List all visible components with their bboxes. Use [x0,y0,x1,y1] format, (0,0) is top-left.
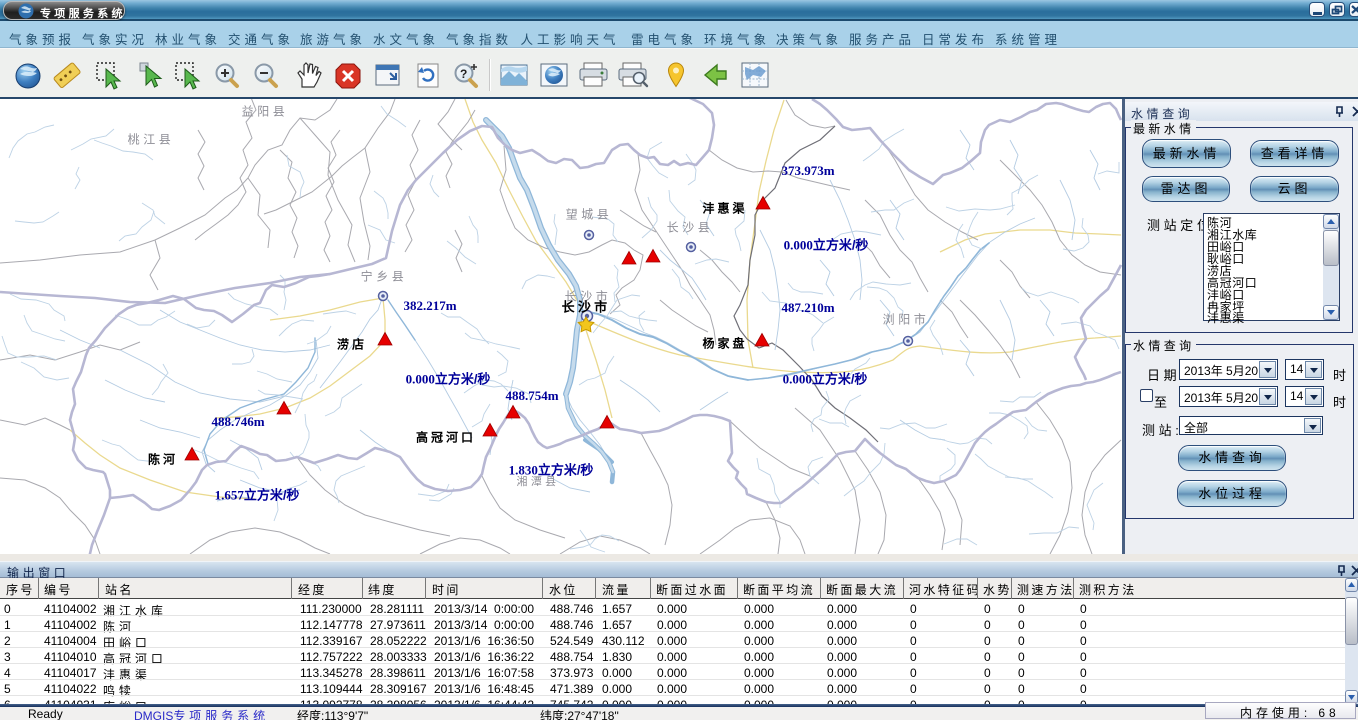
svg-text:?: ? [460,67,467,81]
